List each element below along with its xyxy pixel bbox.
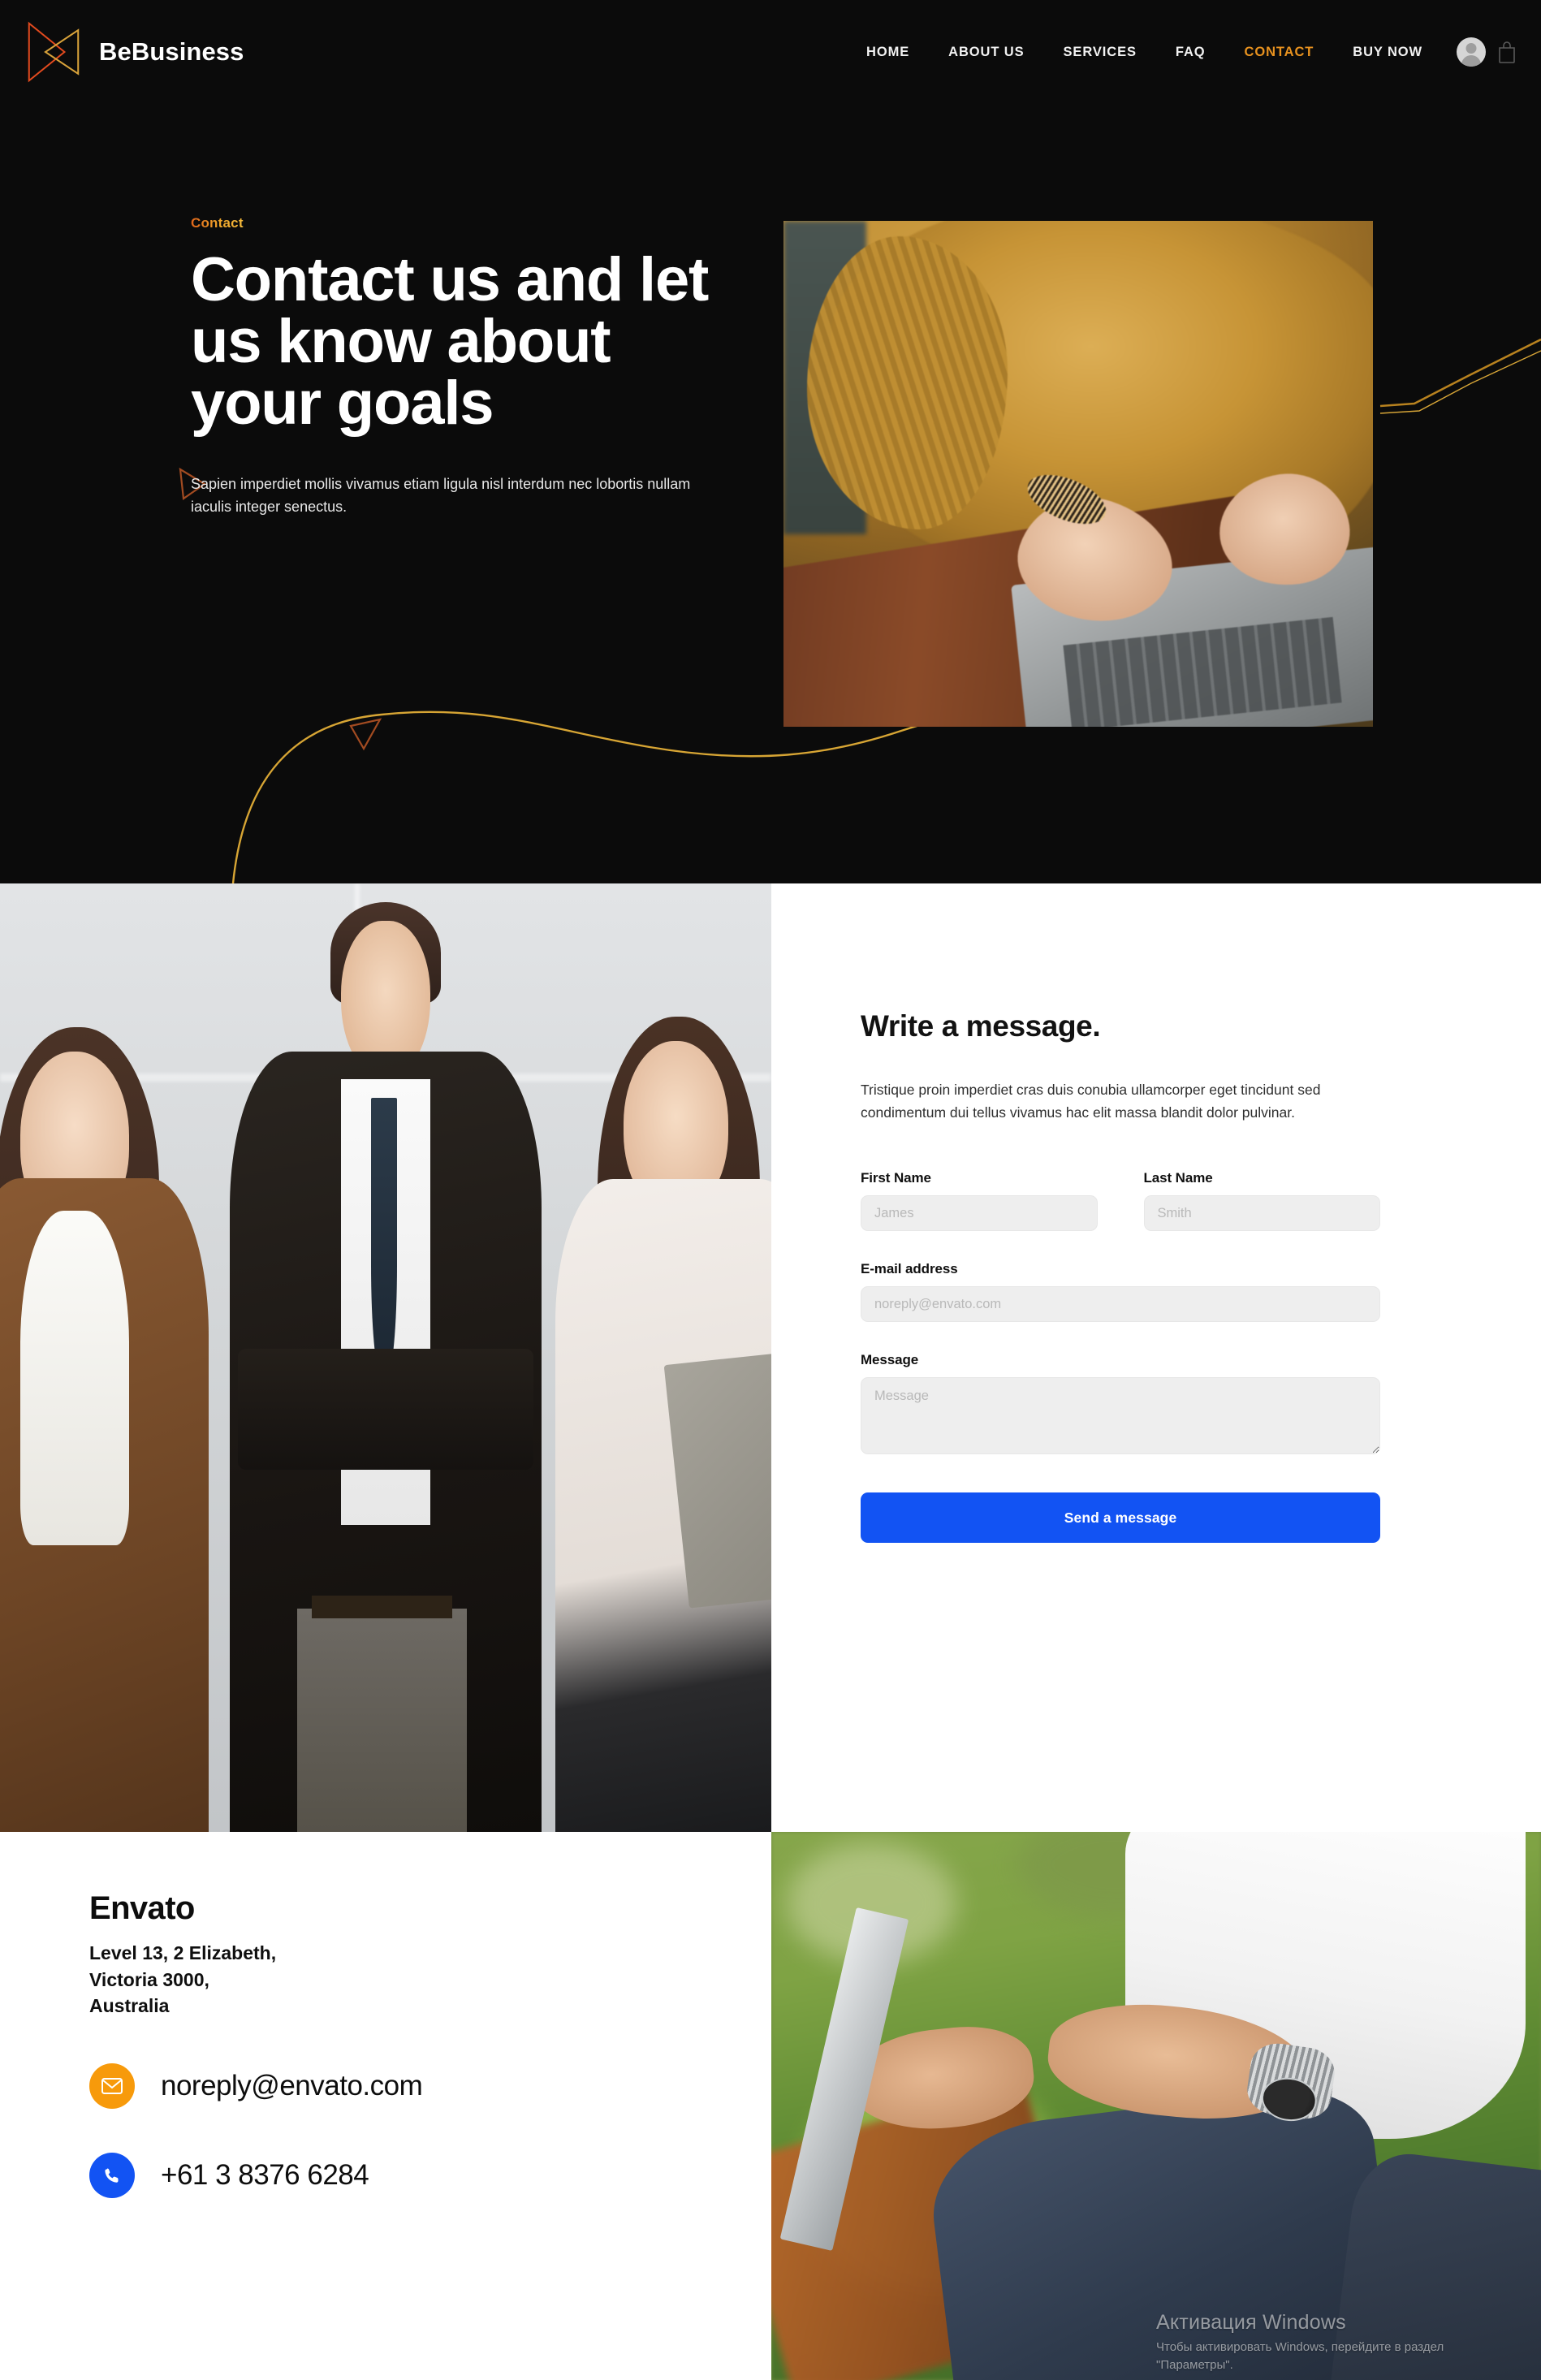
form-intro-text: Tristique proin imperdiet cras duis conu… [861,1082,1321,1121]
phone-icon [89,2152,135,2198]
email-input[interactable] [861,1286,1380,1322]
contact-phone-text: +61 3 8376 6284 [161,2159,369,2192]
send-message-button[interactable]: Send a message [861,1492,1380,1543]
nav-item-faq[interactable]: FAQ [1156,37,1225,68]
nav-item-about-us[interactable]: ABOUT US [929,37,1043,68]
team-person-right [555,1016,771,1832]
organization-name: Envato [89,1890,195,1926]
team-person-center [201,902,571,1832]
main-navigation: HOME ABOUT US SERVICES FAQ CONTACT BUY N… [847,37,1541,68]
email-label: E-mail address [861,1261,958,1276]
brand-logo-link[interactable]: BeBusiness [19,18,244,86]
user-avatar-icon[interactable] [1457,37,1486,67]
first-name-field-group: First Name [861,1170,1098,1231]
page-root: BeBusiness HOME ABOUT US SERVICES FAQ CO… [0,0,1541,2380]
mail-icon [89,2063,135,2109]
hero-copy: Contact Contact us and let us know about… [191,215,759,519]
name-field-row: First Name Last Name [861,1170,1380,1231]
nav-item-home[interactable]: HOME [847,37,929,68]
nav-item-contact[interactable]: CONTACT [1225,37,1334,68]
message-field-group: Message [861,1352,1380,1458]
organization-address: Level 13, 2 Elizabeth, Victoria 3000, Au… [89,1942,277,2017]
form-title: Write a message. [861,1009,1101,1043]
contact-email-row[interactable]: noreply@envato.com [89,2063,723,2109]
team-image [0,883,771,1832]
last-name-field-group: Last Name [1143,1170,1380,1231]
shopping-bag-icon[interactable] [1497,41,1517,63]
message-label: Message [861,1352,919,1367]
contact-email-text: noreply@envato.com [161,2070,423,2102]
header-icon-group [1457,37,1517,67]
hero-section: BeBusiness HOME ABOUT US SERVICES FAQ CO… [0,0,1541,883]
park-image: Активация Windows Чтобы активировать Win… [771,1832,1541,2380]
contact-info-column: Envato Level 13, 2 Elizabeth, Victoria 3… [89,1890,723,2198]
bowtie-triangles-logo-icon [28,21,80,83]
message-textarea[interactable] [861,1377,1380,1454]
nav-item-services[interactable]: SERVICES [1044,37,1156,68]
hero-eyebrow: Contact [191,215,244,231]
hero-image [783,221,1373,727]
nav-item-buy-now[interactable]: BUY NOW [1333,37,1442,68]
contact-form: Write a message. Tristique proin imperdi… [861,883,1380,1543]
site-header: BeBusiness HOME ABOUT US SERVICES FAQ CO… [0,0,1541,104]
first-name-input[interactable] [861,1195,1098,1231]
contact-details-section: Envato Level 13, 2 Elizabeth, Victoria 3… [0,1832,1541,2380]
brand-name: BeBusiness [99,37,244,66]
email-field-group: E-mail address [861,1261,1380,1322]
write-message-section: Write a message. Tristique proin imperdi… [0,883,1541,1832]
last-name-label: Last Name [1143,1170,1213,1186]
contact-phone-row[interactable]: +61 3 8376 6284 [89,2152,723,2198]
hero-subtitle: Sapien imperdiet mollis vivamus etiam li… [191,476,691,515]
team-person-left [0,1027,209,1832]
last-name-input[interactable] [1143,1195,1380,1231]
hero-title: Contact us and let us know about your go… [191,245,709,438]
first-name-label: First Name [861,1170,931,1186]
